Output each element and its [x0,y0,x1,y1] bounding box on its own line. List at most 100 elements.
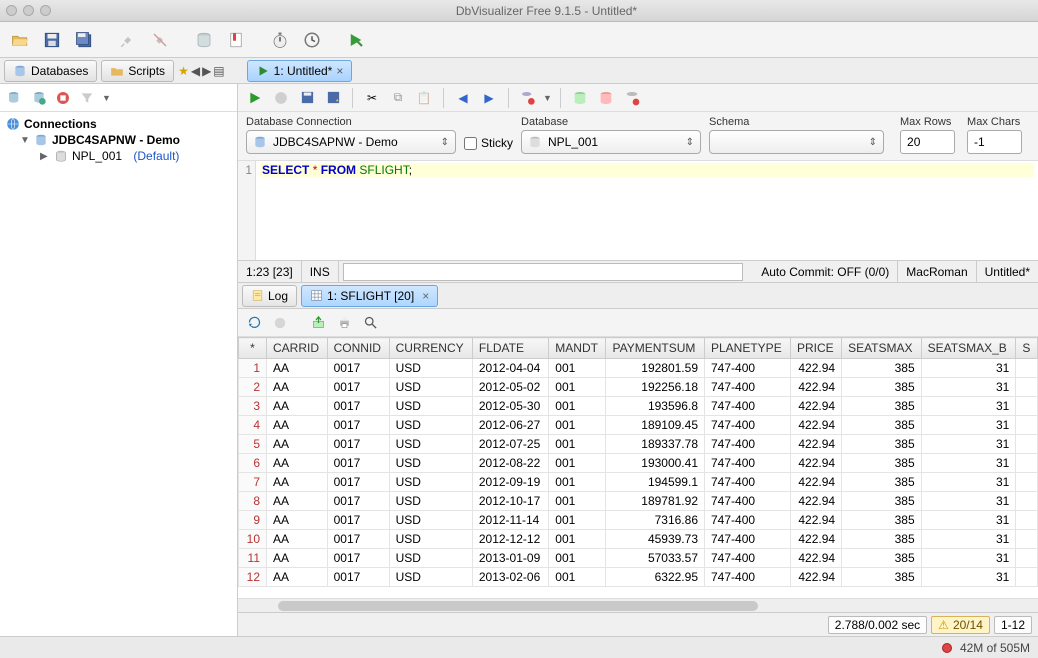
cell[interactable] [1016,454,1038,473]
close-icon[interactable]: × [336,64,343,78]
chevron-right-icon[interactable]: ▶ [40,151,50,162]
sticky-checkbox[interactable]: Sticky [464,136,513,154]
cell[interactable]: 001 [549,397,606,416]
cell[interactable]: 001 [549,435,606,454]
cell[interactable]: USD [389,473,472,492]
cell[interactable]: 189109.45 [606,416,705,435]
cell[interactable]: 747-400 [705,454,791,473]
cell[interactable]: 2012-06-27 [472,416,548,435]
status-input[interactable] [343,263,743,281]
tab-databases[interactable]: Databases [4,60,97,82]
cell[interactable]: AA [267,454,328,473]
column-header[interactable]: CONNID [327,338,389,359]
cell[interactable]: USD [389,454,472,473]
cell[interactable]: 747-400 [705,473,791,492]
result-grid[interactable]: *CARRIDCONNIDCURRENCYFLDATEMANDTPAYMENTS… [238,337,1038,598]
table-row[interactable]: 4AA0017USD2012-06-27001189109.45747-4004… [239,416,1038,435]
table-row[interactable]: 8AA0017USD2012-10-17001189781.92747-4004… [239,492,1038,511]
minimize-window-icon[interactable] [23,5,34,16]
cell[interactable]: 0017 [327,530,389,549]
cell[interactable]: 747-400 [705,416,791,435]
cut-button[interactable]: ✂ [361,87,383,109]
column-header[interactable]: PLANETYPE [705,338,791,359]
cell[interactable]: 385 [842,530,922,549]
cell[interactable]: 0017 [327,568,389,587]
cell[interactable]: 193000.41 [606,454,705,473]
save-button[interactable] [38,26,66,54]
cell[interactable]: AA [267,492,328,511]
database-combo[interactable]: NPL_001 ⇕ [521,130,701,154]
paste-button[interactable]: 📋 [413,87,435,109]
prev-button[interactable]: ◀ [452,87,474,109]
cell[interactable]: 0017 [327,511,389,530]
tab-sql-editor[interactable]: 1: Untitled* × [247,60,353,82]
cell[interactable]: 31 [921,454,1016,473]
cell[interactable]: 385 [842,378,922,397]
run-script-button[interactable] [342,26,370,54]
cell[interactable]: 001 [549,416,606,435]
cell[interactable]: 193596.8 [606,397,705,416]
table-row[interactable]: 1AA0017USD2012-04-04001192801.59747-4004… [239,359,1038,378]
cell[interactable]: 0017 [327,397,389,416]
cell[interactable]: 2012-08-22 [472,454,548,473]
window-controls[interactable] [6,5,51,16]
cell[interactable]: USD [389,397,472,416]
cell[interactable] [1016,492,1038,511]
cell[interactable]: USD [389,511,472,530]
cell[interactable] [1016,530,1038,549]
next-button[interactable]: ▶ [478,87,500,109]
cell[interactable]: AA [267,511,328,530]
cell[interactable]: USD [389,568,472,587]
cell[interactable]: 422.94 [791,359,842,378]
cell[interactable]: 31 [921,549,1016,568]
cell[interactable]: AA [267,359,328,378]
bookmark-button[interactable] [222,26,250,54]
column-header[interactable]: S [1016,338,1038,359]
rownum-header[interactable]: * [239,338,267,359]
connect-button[interactable] [114,26,142,54]
cell[interactable]: USD [389,435,472,454]
table-row[interactable]: 6AA0017USD2012-08-22001193000.41747-4004… [239,454,1038,473]
cell[interactable]: 001 [549,473,606,492]
cell[interactable]: 385 [842,473,922,492]
cell[interactable]: 385 [842,435,922,454]
zoom-window-icon[interactable] [40,5,51,16]
cell[interactable]: 31 [921,416,1016,435]
explain-button[interactable] [621,87,643,109]
connection-tree[interactable]: Connections ▼ JDBC4SAPNW - Demo ▶ NPL_00… [0,112,237,636]
cell[interactable]: 192801.59 [606,359,705,378]
cell[interactable]: 194599.1 [606,473,705,492]
cell[interactable]: 31 [921,359,1016,378]
close-icon[interactable]: × [422,289,429,303]
cell[interactable]: 6322.95 [606,568,705,587]
copy-button[interactable]: ⧉ [387,87,409,109]
cell[interactable]: 0017 [327,359,389,378]
cell[interactable]: 422.94 [791,473,842,492]
menu-icon[interactable]: ▤ [213,64,224,78]
cell[interactable]: 0017 [327,549,389,568]
column-header[interactable]: CARRID [267,338,328,359]
cell[interactable]: 422.94 [791,454,842,473]
cell[interactable]: 0017 [327,435,389,454]
stop-tree-button[interactable] [54,89,72,107]
chevron-down-icon[interactable]: ▼ [20,135,30,146]
row-warning[interactable]: 20/14 [931,616,990,634]
cell[interactable]: 385 [842,416,922,435]
cell[interactable]: 422.94 [791,397,842,416]
close-window-icon[interactable] [6,5,17,16]
cell[interactable]: 001 [549,359,606,378]
cell[interactable]: 422.94 [791,378,842,397]
cell[interactable]: 0017 [327,378,389,397]
table-row[interactable]: 11AA0017USD2013-01-0900157033.57747-4004… [239,549,1038,568]
cell[interactable]: 001 [549,492,606,511]
cell[interactable]: 31 [921,530,1016,549]
tab-result[interactable]: 1: SFLIGHT [20] × [301,285,438,307]
cell[interactable]: 385 [842,454,922,473]
cell[interactable]: 31 [921,435,1016,454]
column-header[interactable]: SEATSMAX [842,338,922,359]
print-button[interactable] [334,313,354,333]
cell[interactable]: 31 [921,378,1016,397]
commit-button[interactable] [569,87,591,109]
cell[interactable] [1016,359,1038,378]
cell[interactable]: 422.94 [791,511,842,530]
